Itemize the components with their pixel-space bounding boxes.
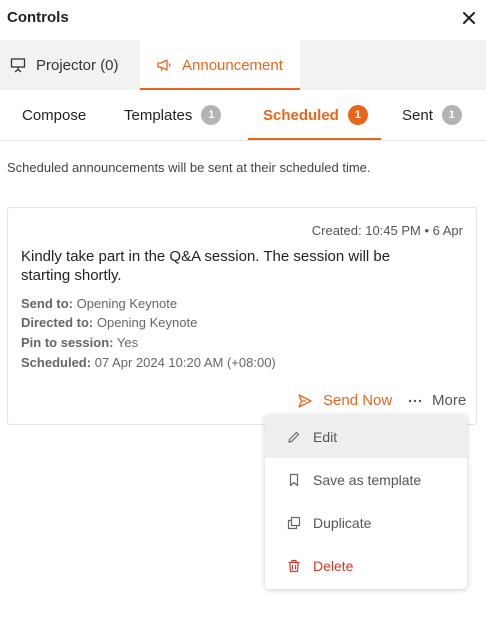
tab-compose[interactable]: Compose [22, 90, 86, 140]
menu-edit-label: Edit [313, 428, 338, 445]
send-icon [298, 393, 312, 408]
title-bar: Controls [0, 0, 486, 40]
announcement-card: Created: 10:45 PM • 6 Apr Kindly take pa… [7, 207, 477, 425]
menu-item-save-as-template[interactable]: Save as template [265, 458, 467, 501]
scheduled-count-badge: 1 [347, 105, 368, 125]
sent-count-badge: 1 [441, 105, 462, 125]
menu-duplicate-label: Duplicate [313, 514, 372, 531]
sub-tabs: Compose Templates 1 Scheduled 1 Sent 1 [0, 90, 486, 141]
tab-sent[interactable]: Sent 1 [402, 90, 462, 140]
scheduled-label: Scheduled: [21, 355, 92, 370]
announcement-message: Kindly take part in the Q&A session. The… [21, 248, 391, 284]
more-label: More [432, 392, 467, 409]
created-timestamp: Created: 10:45 PM • 6 Apr [311, 223, 463, 238]
send-now-button[interactable]: Send Now [297, 392, 392, 409]
pencil-icon [288, 431, 300, 443]
trash-icon [288, 559, 300, 572]
tab-projector-label: Projector (0) [36, 56, 119, 74]
send-now-label: Send Now [323, 392, 393, 409]
meta-send-to: Send to: Opening Keynote [21, 296, 177, 311]
menu-item-edit[interactable]: Edit [265, 415, 467, 458]
tab-announcement-label: Announcement [182, 56, 283, 74]
bookmark-icon [289, 473, 299, 486]
templates-count-badge: 1 [201, 105, 222, 125]
tab-templates-label: Templates [124, 106, 193, 124]
tab-announcement[interactable]: Announcement [140, 40, 300, 90]
menu-item-delete[interactable]: Delete [265, 544, 467, 587]
megaphone-icon [157, 59, 171, 72]
main-tabs: Projector (0) Announcement [0, 40, 486, 90]
directed-to-label: Directed to: [21, 315, 94, 330]
scheduled-value: 07 Apr 2024 10:20 AM (+08:00) [94, 355, 276, 370]
active-subtab-indicator [248, 138, 381, 140]
tab-projector[interactable]: Projector (0) [10, 40, 119, 90]
close-button[interactable] [460, 9, 478, 27]
send-to-label: Send to: [21, 296, 73, 311]
pin-value: Yes [116, 335, 139, 350]
menu-item-duplicate[interactable]: Duplicate [265, 501, 467, 544]
more-menu: Edit Save as template Duplicate Delete [265, 415, 467, 589]
copy-icon [287, 516, 301, 529]
menu-save-template-label: Save as template [313, 471, 422, 488]
projector-icon [10, 58, 26, 73]
tab-templates[interactable]: Templates 1 [124, 90, 222, 140]
panel-title: Controls [7, 9, 69, 26]
meta-scheduled: Scheduled: 07 Apr 2024 10:20 AM (+08:00) [21, 355, 276, 370]
meta-pin-to-session: Pin to session: Yes [21, 335, 138, 350]
tab-sent-label: Sent [402, 106, 433, 124]
tab-scheduled[interactable]: Scheduled 1 [248, 90, 381, 140]
ellipsis-icon [408, 399, 422, 402]
pin-label: Pin to session: [21, 335, 114, 350]
tab-compose-label: Compose [22, 106, 87, 124]
directed-to-value: Opening Keynote [96, 315, 198, 330]
send-to-value: Opening Keynote [76, 296, 178, 311]
close-icon [463, 12, 475, 24]
more-button[interactable]: More [408, 392, 466, 409]
meta-directed-to: Directed to: Opening Keynote [21, 315, 197, 330]
menu-delete-label: Delete [313, 557, 354, 574]
tab-scheduled-label: Scheduled [263, 106, 339, 124]
info-text: Scheduled announcements will be sent at … [7, 160, 371, 175]
